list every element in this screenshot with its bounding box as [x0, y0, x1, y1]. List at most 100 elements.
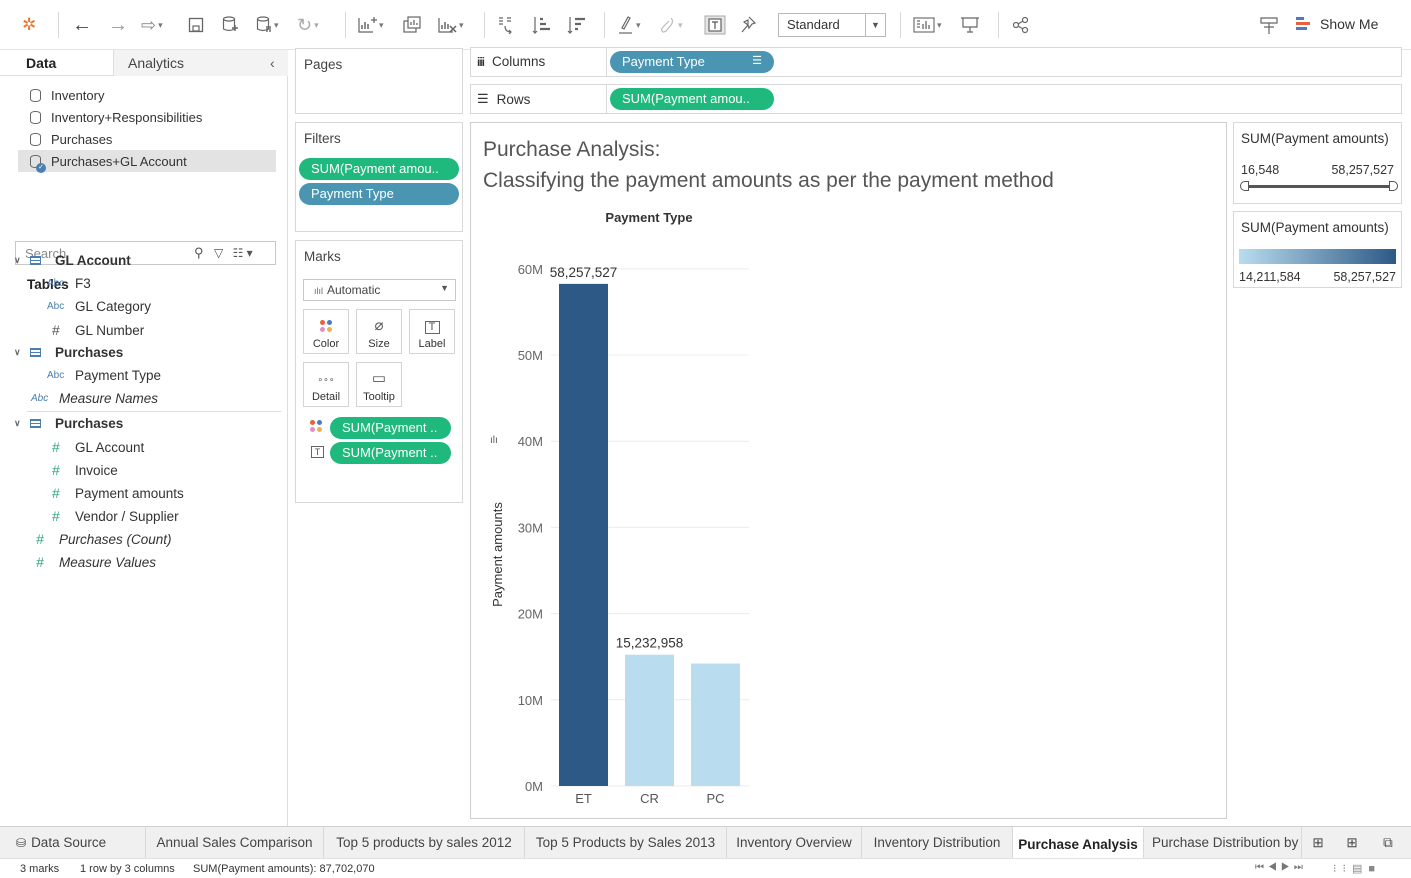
columns-pill[interactable]: Payment Type ☰ [610, 51, 774, 73]
table-name: Purchases [55, 345, 124, 360]
show-me-icon [1296, 17, 1312, 31]
tab-data-source[interactable]: ⛁ Data Source [0, 827, 146, 859]
field-label: Purchases (Count) [59, 531, 172, 547]
sheet-tab[interactable]: Purchase Distribution by [1144, 827, 1302, 859]
pause-updates-icon[interactable]: ▾ [256, 12, 279, 38]
mark-type-select[interactable]: ılıl Automatic ▼ [303, 279, 456, 301]
highlight-icon[interactable]: ▾ [618, 12, 641, 38]
presentation-mode-icon[interactable] [960, 12, 980, 38]
number-type-icon: # [52, 508, 60, 524]
sort-ascending-icon[interactable] [532, 12, 552, 38]
sheet-tab[interactable]: Inventory Distribution [862, 827, 1013, 859]
view-mode-icons[interactable]: ⁝⁝▤■ [1333, 862, 1381, 875]
sort-icon: ☰ [752, 55, 762, 67]
view-list-icon[interactable]: ☷ ▾ [233, 246, 253, 260]
new-dashboard-icon[interactable]: ⊞ [1334, 827, 1370, 859]
refresh-icon[interactable]: ↻ ▾ [297, 12, 319, 38]
field-item-count[interactable]: # Purchases (Count) [31, 531, 172, 547]
pane-tabs: Data Analytics ‹ [0, 50, 288, 76]
sheet-tab[interactable]: Annual Sales Comparison [146, 827, 324, 859]
field-item[interactable]: Abc GL Category [47, 299, 151, 314]
data-source-item[interactable]: Purchases [18, 128, 276, 150]
tooltip-button[interactable]: ▭ Tooltip [356, 362, 402, 407]
range-slider-min-handle[interactable] [1240, 181, 1249, 191]
group-members-icon[interactable]: ▾ [660, 12, 683, 38]
share-icon[interactable] [1012, 12, 1030, 38]
sheet-tab[interactable]: Top 5 products by sales 2012 [324, 827, 525, 859]
bar-chart-icon: ılıl [314, 286, 323, 296]
number-type-icon: # [52, 439, 60, 455]
color-ramp[interactable] [1239, 249, 1396, 264]
undo-icon[interactable]: ← [72, 12, 92, 38]
y-tick-label: 20M [518, 607, 543, 622]
tab-analytics[interactable]: Analytics [113, 50, 288, 76]
new-worksheet-icon[interactable]: ⊞ [1302, 827, 1334, 859]
new-data-source-icon[interactable] [222, 12, 238, 38]
rows-shelf[interactable]: ☰ Rows SUM(Payment amou.. [470, 84, 1402, 114]
field-item-measure-names[interactable]: Abc Measure Names [31, 391, 158, 406]
sort-descending-icon[interactable] [567, 12, 587, 38]
new-story-icon[interactable]: ⧉ [1370, 827, 1406, 859]
data-source-item[interactable]: Inventory+Responsibilities [18, 106, 276, 128]
show-me-button[interactable]: Show Me [1296, 16, 1378, 32]
data-source-item-selected[interactable]: Purchases+GL Account [18, 150, 276, 173]
chevron-down-icon: ∨ [14, 347, 21, 357]
sheet-navigation-icons[interactable]: ⏮◀▶⏭ [1255, 862, 1307, 873]
detail-button[interactable]: ∘∘∘ Detail [303, 362, 349, 407]
field-label: Payment amounts [75, 485, 184, 501]
redo-icon[interactable]: → [108, 12, 128, 38]
range-slider-track[interactable] [1246, 185, 1392, 188]
fit-select[interactable]: Standard ▼ [778, 13, 886, 37]
field-item[interactable]: # GL Number [47, 322, 144, 338]
tab-label: Data Source [31, 835, 107, 850]
table-icon [30, 348, 41, 357]
columns-shelf[interactable]: iii Columns Payment Type ☰ [470, 47, 1402, 77]
duplicate-sheet-icon[interactable] [402, 12, 422, 38]
table-purchases-measures[interactable]: ∨ Purchases [14, 416, 123, 431]
pages-shelf[interactable]: Pages [295, 48, 463, 114]
database-active-icon [30, 154, 46, 173]
field-item[interactable]: Abc Payment Type [47, 368, 161, 383]
field-item[interactable]: # Payment amounts [47, 485, 184, 501]
field-label: GL Number [75, 322, 145, 338]
color-button[interactable]: Color [303, 309, 349, 354]
filter-pill[interactable]: SUM(Payment amou.. [299, 158, 459, 180]
filter-icon[interactable]: ▽ [214, 246, 223, 260]
field-item[interactable]: # Invoice [47, 462, 118, 478]
color-min-value: 14,211,584 [1239, 270, 1301, 284]
marks-pill-color[interactable]: SUM(Payment .. [330, 417, 451, 439]
sheet-tab[interactable]: Top 5 Products by Sales 2013 [525, 827, 727, 859]
sheet-tab-active[interactable]: Purchase Analysis [1013, 827, 1144, 859]
replay-icon[interactable]: ⇨ ▾ [141, 12, 163, 38]
field-item[interactable]: # GL Account [47, 439, 144, 455]
collapse-pane-icon[interactable]: ‹ [270, 55, 275, 71]
fix-axes-icon[interactable] [740, 12, 756, 38]
clear-sheet-icon[interactable]: ▾ [437, 12, 464, 38]
filter-pill[interactable]: Payment Type [299, 183, 459, 205]
number-type-icon: # [52, 485, 60, 501]
filters-shelf[interactable]: Filters SUM(Payment amou.. Payment Type [295, 122, 463, 232]
y-tick-label: 50M [518, 348, 543, 363]
search-icon[interactable]: ⚲ [194, 245, 204, 261]
show-cards-icon[interactable]: ▾ [913, 12, 942, 38]
field-item[interactable]: # Vendor / Supplier [47, 508, 179, 524]
save-icon[interactable] [188, 12, 204, 38]
columns-label: iii Columns [477, 54, 545, 69]
show-mark-labels-icon[interactable] [704, 12, 726, 38]
label-button[interactable]: T Label [409, 309, 455, 354]
new-worksheet-icon[interactable]: ▾ [357, 12, 384, 38]
swap-rows-columns-icon[interactable] [497, 12, 517, 38]
data-source-item[interactable]: Inventory [18, 84, 276, 106]
range-slider-max-handle[interactable] [1389, 181, 1398, 191]
size-button[interactable]: ⌀ Size [356, 309, 402, 354]
rows-pill[interactable]: SUM(Payment amou.. [610, 88, 774, 110]
table-gl-account[interactable]: ∨ GL Account [14, 253, 131, 268]
table-purchases-dimensions[interactable]: ∨ Purchases [14, 345, 123, 360]
sheet-tab[interactable]: Inventory Overview [727, 827, 862, 859]
tab-data[interactable]: Data [0, 50, 113, 76]
field-item-measure-values[interactable]: # Measure Values [31, 554, 156, 570]
marks-pill-label[interactable]: SUM(Payment .. [330, 442, 451, 464]
field-item[interactable]: Abc F3 [47, 276, 91, 291]
story-point-icon[interactable] [1259, 12, 1279, 38]
status-dimensions: 1 row by 3 columns [80, 863, 175, 875]
